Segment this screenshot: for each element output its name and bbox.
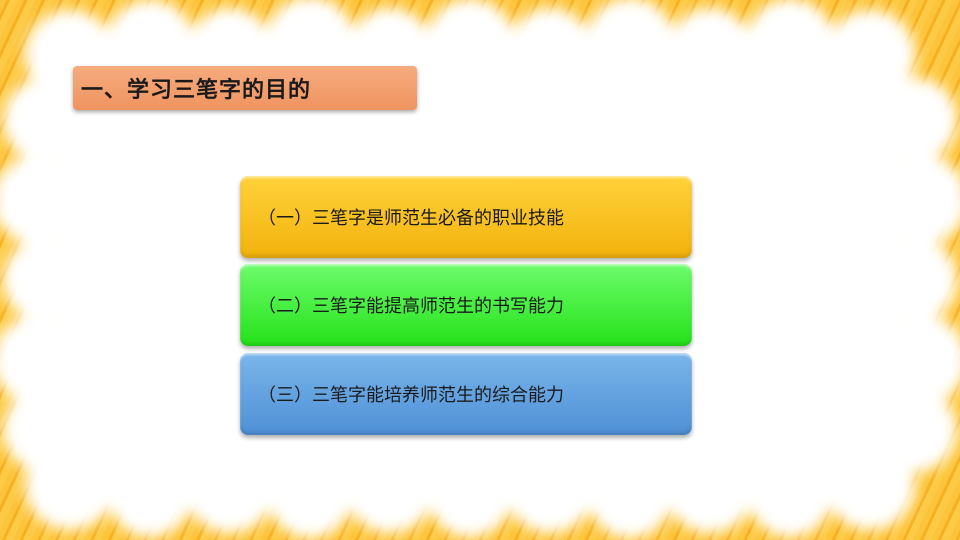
purpose-item-2[interactable]: （二）三笔字能提高师范生的书写能力	[240, 264, 692, 346]
purpose-item-label: （二）三笔字能提高师范生的书写能力	[258, 296, 564, 317]
slide-title: 一、学习三笔字的目的	[81, 78, 312, 103]
purpose-item-3[interactable]: （三）三笔字能培养师范生的综合能力	[240, 353, 692, 435]
purpose-item-label: （一）三笔字是师范生必备的职业技能	[258, 208, 564, 229]
purpose-item-label: （三）三笔字能培养师范生的综合能力	[258, 385, 564, 406]
slide-title-bar: 一、学习三笔字的目的	[73, 66, 417, 110]
purpose-item-1[interactable]: （一）三笔字是师范生必备的职业技能	[240, 176, 692, 258]
